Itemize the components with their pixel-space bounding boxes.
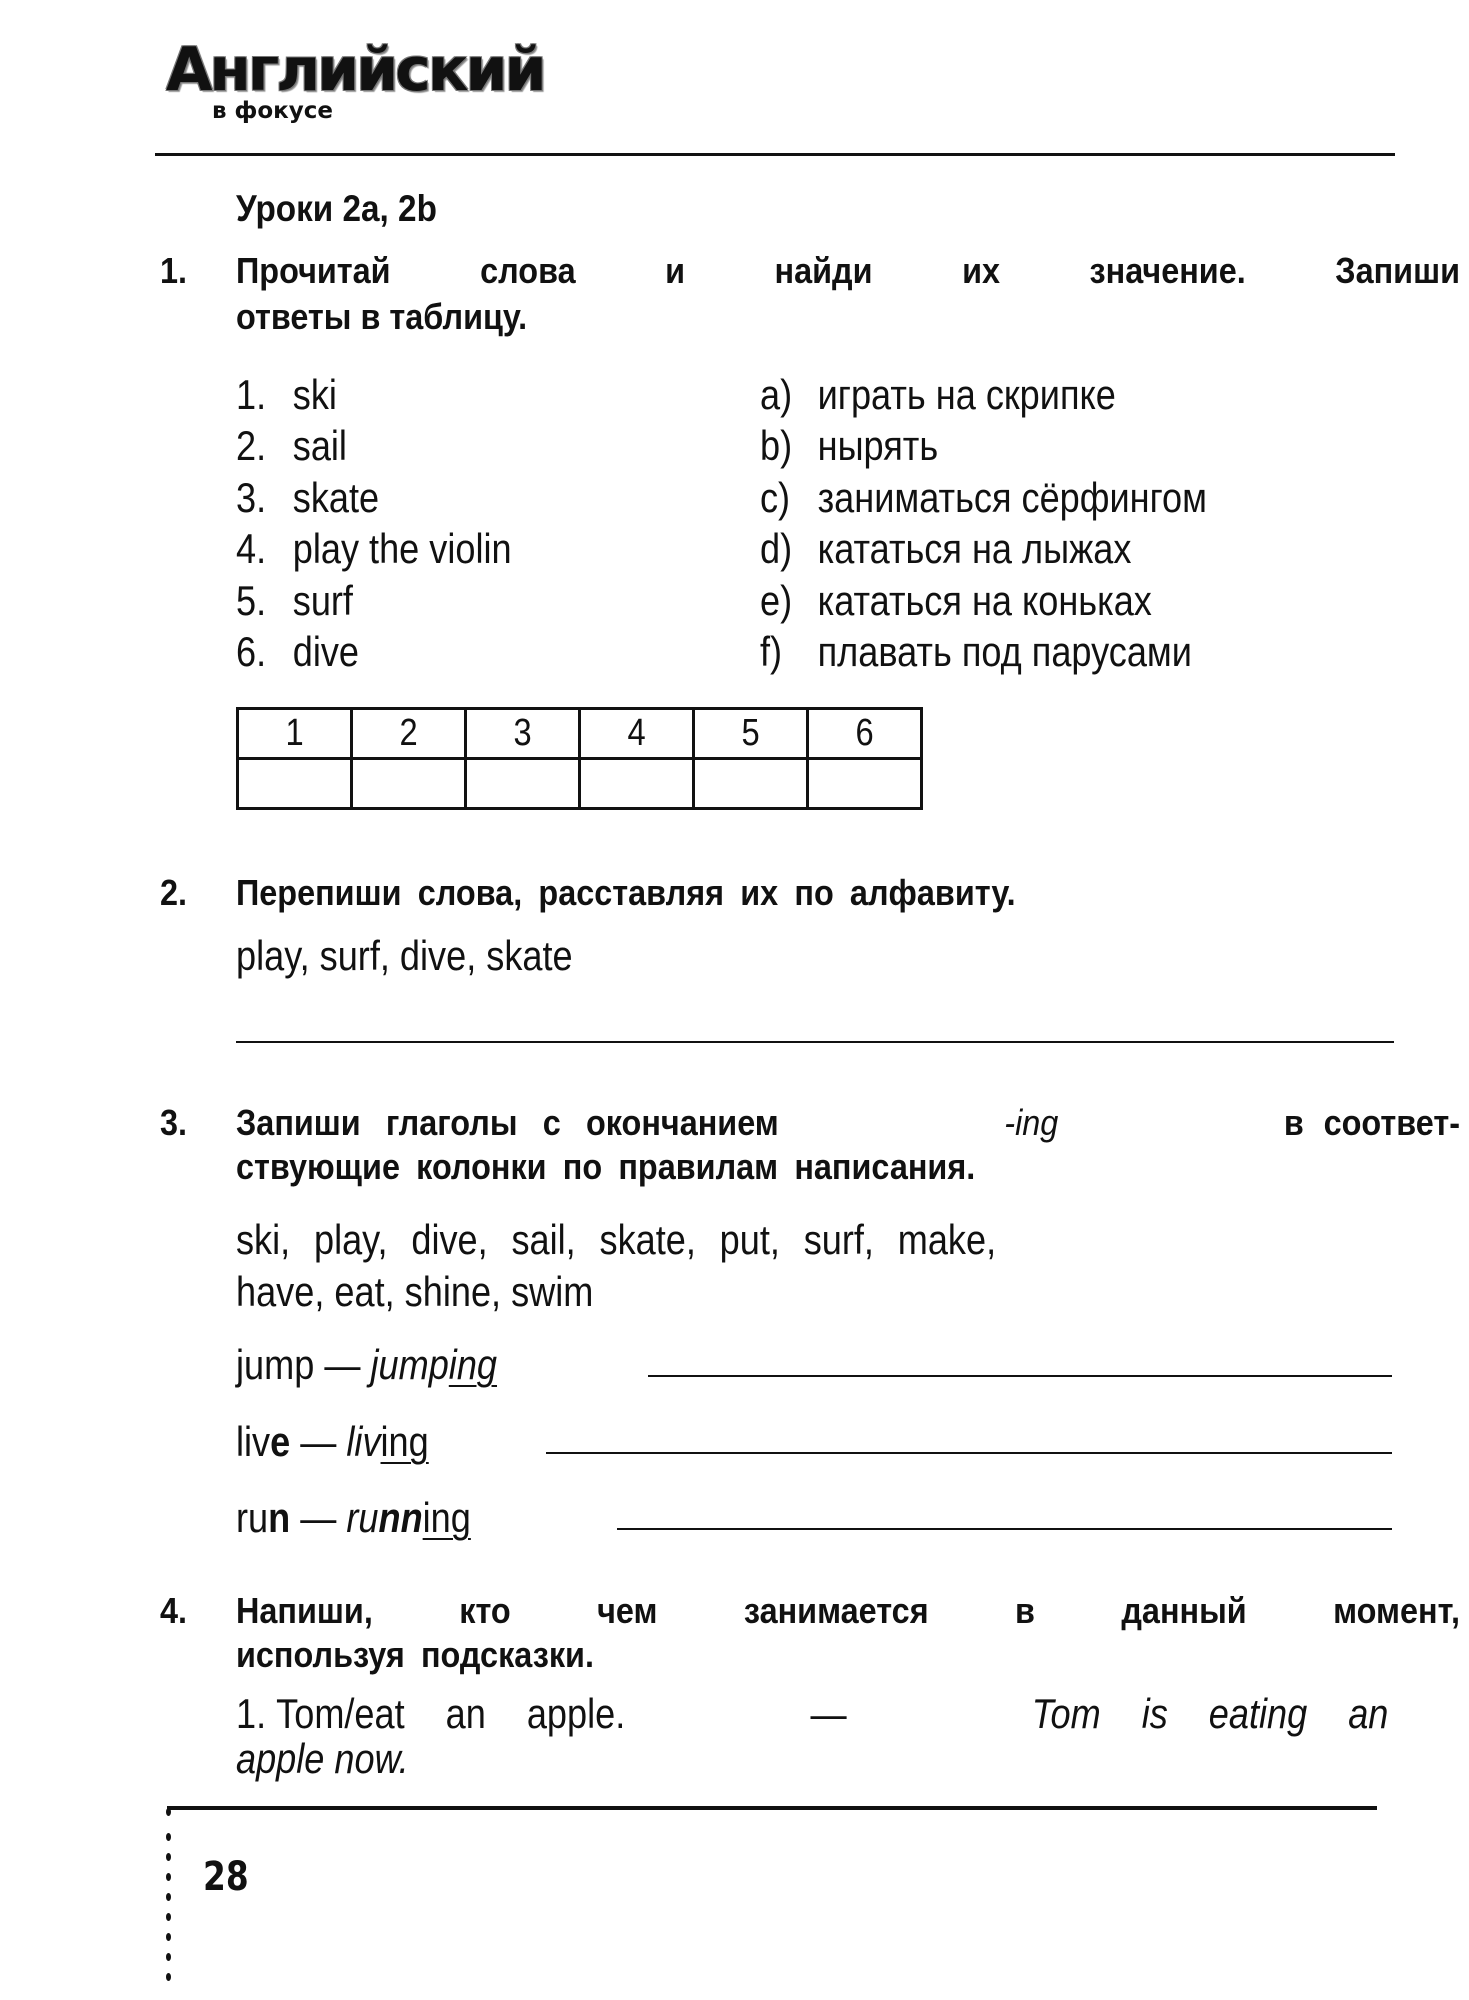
section-1-instruction-line-1: Прочитай слова и найди их значение. Запи… [236,250,1460,291]
margin-dot [166,1973,171,1981]
meaning-item: d) кататься на лыжах [760,525,1132,572]
section-3-number: 3. [160,1102,188,1143]
section-2-words: play, surf, dive, skate [236,932,573,979]
section-3-words-line-1: ski, play, dive, sail, skate, put, surf,… [236,1216,997,1263]
footer-rule [167,1806,1377,1810]
meaning-item: a) играть на скрипке [760,371,1116,418]
margin-dot [166,1953,171,1961]
spelling-rule-row: live — living [236,1418,429,1465]
margin-dot [166,1873,171,1881]
margin-dot [166,1893,171,1901]
word-item: 4. play the violin [236,525,512,572]
spelling-rule-row: jump — jumping [236,1341,498,1388]
header-rule [155,153,1395,156]
answer-cell-4[interactable] [578,757,695,810]
word-item: 2. sail [236,422,347,469]
answer-table-header-row: 1 2 3 4 5 6 [236,707,923,760]
section-3-words-line-2: have, eat, shine, swim [236,1268,594,1315]
answer-table-header-cell: 1 [236,707,353,760]
answer-cell-5[interactable] [692,757,809,810]
answer-cell-3[interactable] [464,757,581,810]
margin-dot [166,1913,171,1921]
logo-subtitle: в фокусе [212,98,334,124]
meaning-item: f) плавать под парусами [760,628,1192,675]
meaning-item: b) нырять [760,422,939,469]
section-2-number: 2. [160,872,188,913]
section-4-instruction-line-2: используя подсказки. [236,1634,594,1675]
answer-table-header-cell: 4 [578,707,695,760]
word-item: 5. surf [236,577,353,624]
margin-dot [166,1853,171,1861]
answer-table-header-cell: 3 [464,707,581,760]
word-item: 3. skate [236,474,380,521]
section-1-instruction-line-2: ответы в таблицу. [236,296,528,337]
section-4-instruction-line-1: Напиши, кто чем занимается в данный моме… [236,1590,1460,1631]
margin-dot [166,1833,171,1841]
logo-title: Английский [166,35,547,105]
answer-table-header-cell: 5 [692,707,809,760]
word-item: 6. dive [236,628,360,675]
spelling-rule-row: run — running [236,1494,471,1541]
margin-dot [166,1808,171,1816]
lesson-title: Уроки 2a, 2b [236,188,437,229]
answer-cell-6[interactable] [806,757,923,810]
answer-table-header-cell: 6 [806,707,923,760]
section-4-number: 4. [160,1590,188,1631]
answer-table-header-cell: 2 [350,707,467,760]
meaning-item: c) заниматься сёрфингом [760,474,1207,521]
section-2-answer-line[interactable] [236,1041,1394,1043]
page-number: 28 [203,1854,249,1900]
meaning-item: e) кататься на коньках [760,577,1152,624]
answer-table-answer-row [236,757,923,810]
section-3-instruction-line-1: Запиши глаголы с окончанием -ing в соотв… [236,1102,1460,1143]
answer-cell-2[interactable] [350,757,467,810]
rule-2-answer-line[interactable] [546,1452,1392,1454]
section-4-example-line-1: 1. Tom/eat an apple. — Tom is eating an [236,1690,1389,1737]
section-2-instruction: Перепиши слова, расставляя их по алфавит… [236,872,1016,913]
section-4-example-line-2: apple now. [236,1735,409,1782]
answer-cell-1[interactable] [236,757,353,810]
section-3-instruction-line-2: ствующие колонки по правилам написания. [236,1146,976,1187]
rule-1-answer-line[interactable] [648,1375,1392,1377]
answer-table: 1 2 3 4 5 6 [236,707,923,810]
word-item: 1. ski [236,371,337,418]
section-1-number: 1. [160,250,188,291]
rule-3-answer-line[interactable] [617,1528,1392,1530]
margin-dot [166,1933,171,1941]
